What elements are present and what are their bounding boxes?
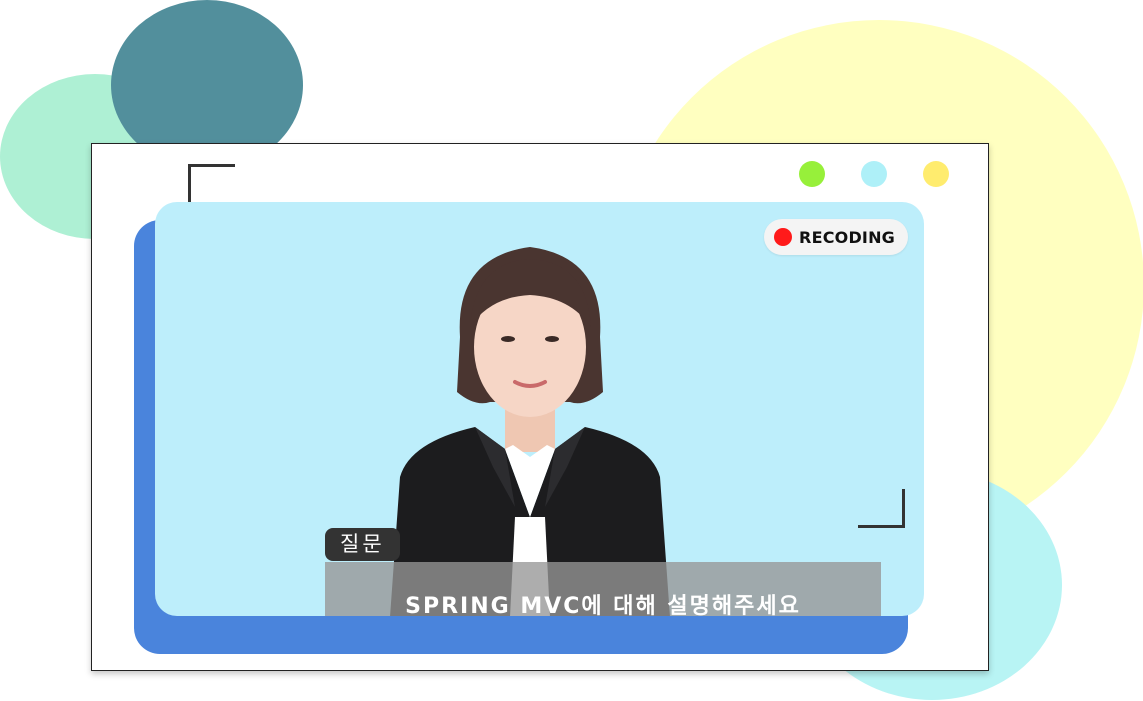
recording-badge: RECODING	[764, 219, 908, 255]
interviewee-image	[390, 247, 670, 616]
interview-window: RECODING 질문 SPRING MVC에 대해 설명해주세요	[91, 143, 989, 671]
question-tag: 질문	[325, 528, 400, 561]
yellow-dot-icon[interactable]	[923, 161, 949, 187]
question-text: SPRING MVC에 대해 설명해주세요	[405, 594, 801, 616]
frame-corner-bottom-right	[858, 489, 905, 528]
video-feed: RECODING 질문 SPRING MVC에 대해 설명해주세요	[155, 202, 924, 616]
frame-corner-top-left	[188, 164, 235, 207]
recording-label: RECODING	[799, 227, 895, 247]
green-dot-icon[interactable]	[799, 161, 825, 187]
cyan-dot-icon[interactable]	[861, 161, 887, 187]
question-caption: SPRING MVC에 대해 설명해주세요	[325, 562, 881, 616]
record-dot-icon	[774, 228, 793, 246]
